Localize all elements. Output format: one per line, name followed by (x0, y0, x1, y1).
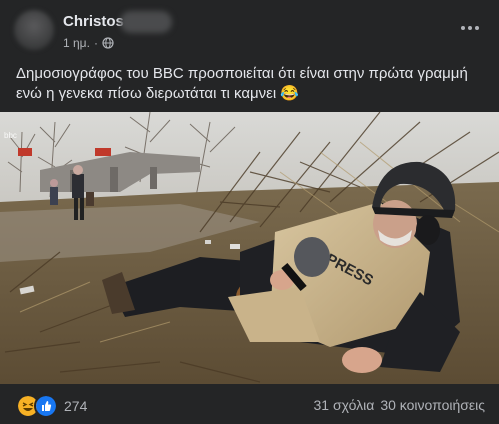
facebook-post: Christos 1 ημ. · Δημοσιογράφος του BBC π… (0, 0, 499, 424)
post-footer: 274 31 σχόλια 30 κοινοποιήσεις (0, 384, 499, 424)
author-name[interactable]: Christos (63, 13, 124, 30)
globe-icon[interactable] (102, 37, 114, 49)
author-avatar[interactable] (14, 10, 54, 50)
bbc-watermark: bbc (4, 131, 17, 140)
meta-separator: · (93, 36, 98, 50)
reaction-count: 274 (64, 398, 88, 414)
post-timestamp[interactable]: 1 ημ. (63, 36, 90, 50)
more-options-button[interactable] (457, 18, 483, 38)
engagement-stats: 31 σχόλια 30 κοινοποιήσεις (314, 397, 485, 413)
post-photo[interactable]: PRESS bbc (0, 112, 499, 384)
post-header: Christos 1 ημ. · (0, 0, 499, 58)
photo-scene: PRESS bbc (0, 112, 499, 384)
like-reaction-icon (34, 394, 58, 418)
reactions-summary[interactable]: 274 (16, 394, 87, 418)
comments-count-link[interactable]: 31 σχόλια (314, 397, 375, 413)
more-dots-icon (461, 26, 465, 30)
post-text: Δημοσιογράφος του BBC προσποιείται ότι ε… (16, 65, 468, 102)
post-meta: 1 ημ. · (63, 36, 114, 50)
shares-count-link[interactable]: 30 κοινοποιήσεις (380, 397, 485, 413)
redacted-surname (120, 11, 172, 33)
